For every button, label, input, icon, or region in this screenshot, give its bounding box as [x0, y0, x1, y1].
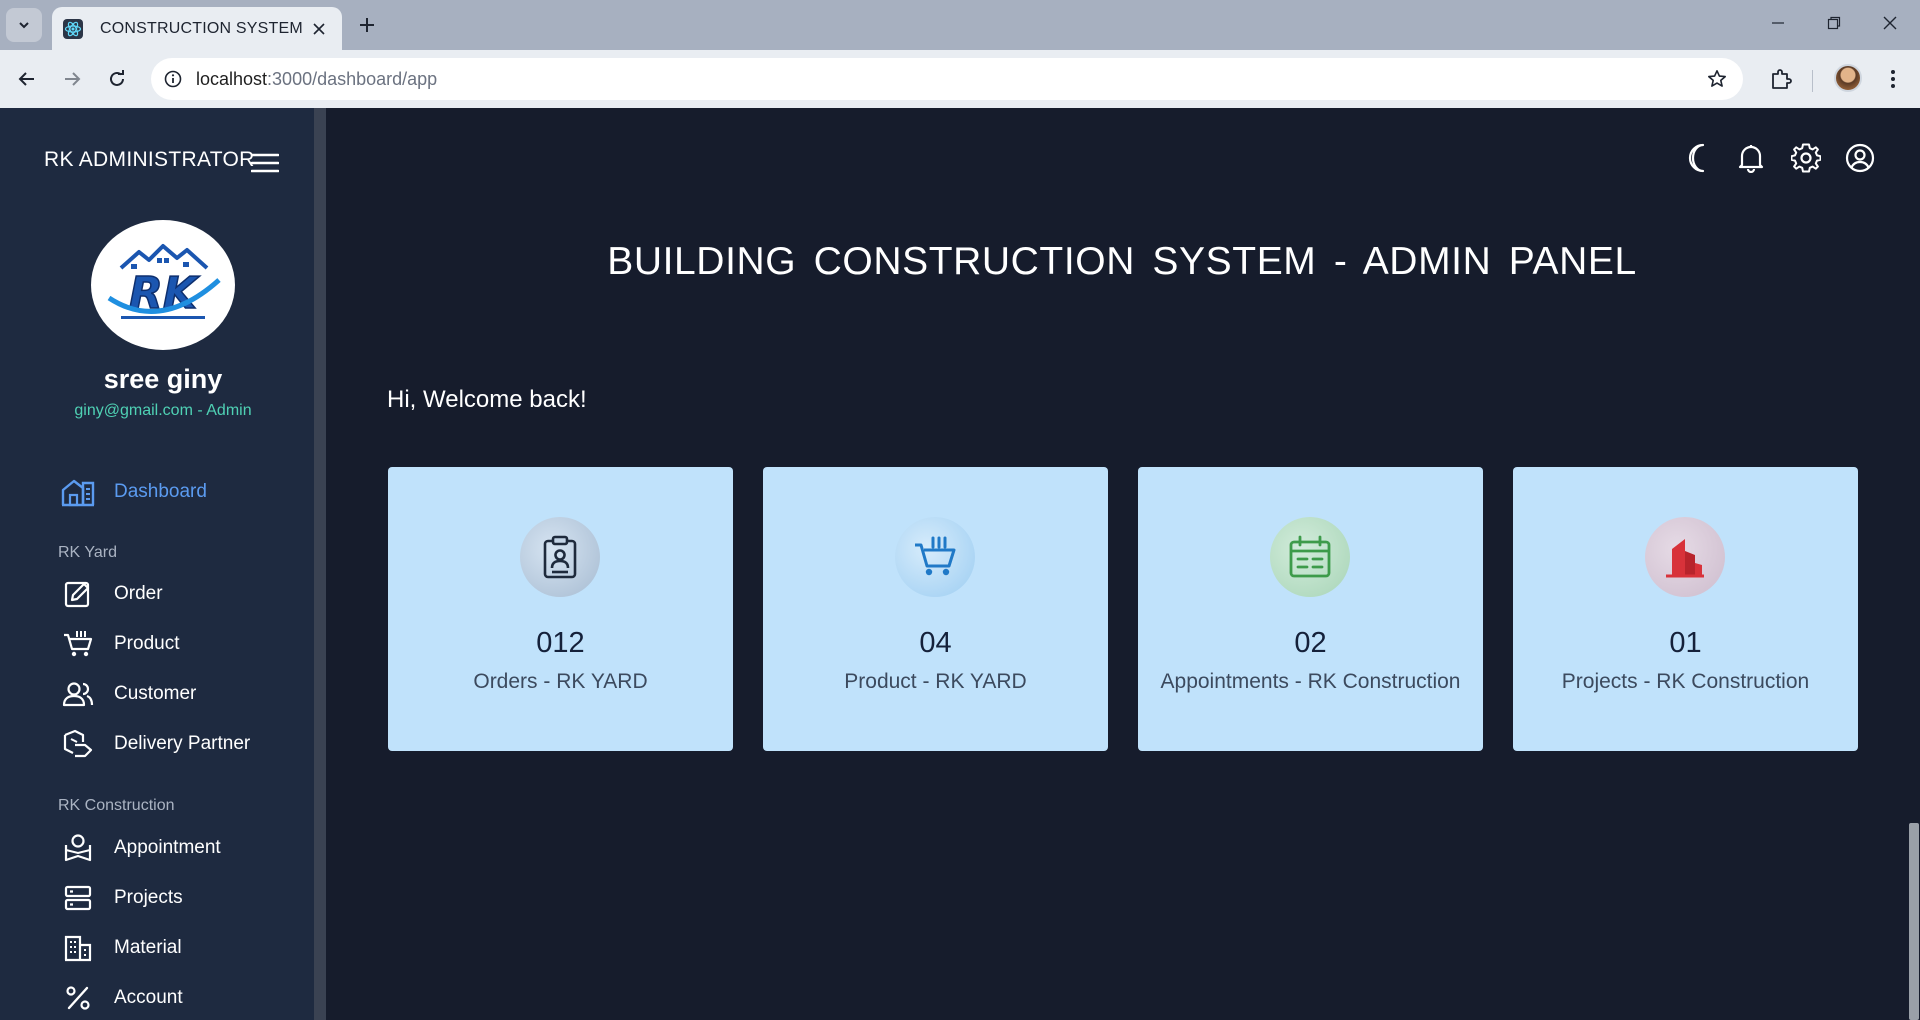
stat-card-products[interactable]: 04 Product - RK YARD: [763, 467, 1108, 751]
nav-product[interactable]: Product: [60, 626, 179, 662]
percent-icon: [60, 980, 96, 1016]
nav-projects[interactable]: Projects: [60, 880, 183, 916]
nav-product-label: Product: [114, 633, 180, 654]
rk-logo-icon: RK: [107, 244, 221, 320]
cart-icon: [895, 517, 975, 597]
appointment-icon: [60, 830, 96, 866]
minimize-button[interactable]: [1750, 0, 1806, 46]
profile-avatar[interactable]: [1834, 64, 1862, 92]
notifications-button[interactable]: [1731, 138, 1771, 178]
section-label-rk-construction: RK Construction: [58, 797, 175, 814]
moon-icon: [1688, 143, 1705, 173]
nav-dashboard-label: Dashboard: [114, 481, 207, 502]
section-label-rk-yard: RK Yard: [58, 544, 117, 561]
nav-order-label: Order: [114, 583, 163, 604]
tab-title: CONSTRUCTION SYSTEM: [100, 19, 303, 37]
page-scrollbar[interactable]: [1908, 108, 1920, 1020]
brand-title: RK ADMINISTRATOR: [44, 148, 255, 171]
projects-count: 01: [1669, 627, 1702, 659]
tab-search-button[interactable]: [6, 8, 42, 42]
browser-menu-button[interactable]: [1876, 62, 1910, 96]
hamburger-icon: [251, 153, 279, 173]
nav-appointment-label: Appointment: [114, 837, 221, 858]
arrow-right-icon: [65, 72, 81, 86]
nav-delivery-partner-label: Delivery Partner: [114, 733, 251, 754]
close-icon: [1883, 16, 1897, 30]
back-button[interactable]: [10, 62, 44, 96]
users-icon: [60, 676, 96, 712]
bookmark-star-icon[interactable]: [1705, 67, 1729, 91]
delivery-icon: [60, 726, 96, 762]
account-button[interactable]: [1840, 138, 1880, 178]
orders-count: 012: [536, 627, 585, 659]
material-icon: [60, 930, 96, 966]
calendar-icon: [1270, 517, 1350, 597]
stat-card-projects[interactable]: 01 Projects - RK Construction: [1513, 467, 1858, 751]
projects-caption: Projects - RK Construction: [1561, 670, 1810, 693]
gear-icon: [1791, 143, 1821, 173]
welcome-message: Hi, Welcome back!: [387, 386, 587, 413]
nav-customer-label: Customer: [114, 683, 197, 704]
products-caption: Product - RK YARD: [844, 670, 1027, 693]
products-count: 04: [919, 627, 952, 659]
page-title: BUILDING CONSTRUCTION SYSTEM - ADMIN PAN…: [607, 240, 1637, 283]
minimize-icon: [1772, 22, 1784, 24]
plus-icon: [360, 18, 374, 32]
theme-toggle-button[interactable]: [1677, 138, 1717, 178]
settings-button[interactable]: [1786, 138, 1826, 178]
nav-delivery-partner[interactable]: Delivery Partner: [60, 726, 250, 762]
appointments-caption: Appointments - RK Construction: [1160, 670, 1461, 693]
order-icon: [60, 576, 96, 612]
chevron-down-icon: [19, 22, 29, 29]
nav-account[interactable]: Account: [60, 980, 183, 1016]
nav-material[interactable]: Material: [60, 930, 182, 966]
nav-customer[interactable]: Customer: [60, 676, 196, 712]
orders-caption: Orders - RK YARD: [473, 670, 648, 693]
browser-toolbar: localhost:3000/dashboard/app: [0, 50, 1920, 108]
browser-tab[interactable]: CONSTRUCTION SYSTEM: [52, 7, 342, 50]
dashboard-icon: [60, 474, 96, 510]
user-email: giny@gmail.com - Admin: [74, 402, 252, 419]
building-icon: [1645, 517, 1725, 597]
reload-button[interactable]: [100, 62, 134, 96]
site-info-icon[interactable]: [161, 67, 185, 91]
cart-icon: [60, 626, 96, 662]
reload-icon: [110, 70, 124, 86]
more-vertical-icon: [1891, 70, 1895, 88]
nav-material-label: Material: [114, 937, 182, 958]
close-window-button[interactable]: [1862, 0, 1918, 46]
menu-toggle-button[interactable]: [250, 150, 280, 176]
close-tab-icon[interactable]: [308, 18, 330, 40]
sidebar: RK ADMINISTRATOR RK sree giny giny@gmail…: [0, 108, 326, 1020]
stat-card-appointments[interactable]: 02 Appointments - RK Construction: [1138, 467, 1483, 751]
user-circle-icon: [1845, 143, 1875, 173]
extensions-button[interactable]: [1764, 62, 1798, 96]
nav-order[interactable]: Order: [60, 576, 163, 612]
new-tab-button[interactable]: [352, 10, 382, 40]
arrow-left-icon: [18, 72, 34, 86]
toolbar-separator: [1812, 70, 1813, 92]
clipboard-icon: [520, 517, 600, 597]
nav-appointment[interactable]: Appointment: [60, 830, 221, 866]
browser-tab-bar: CONSTRUCTION SYSTEM: [0, 0, 1920, 50]
address-bar[interactable]: localhost:3000/dashboard/app: [151, 58, 1743, 100]
stat-card-orders[interactable]: 012 Orders - RK YARD: [388, 467, 733, 751]
projects-icon: [60, 880, 96, 916]
app-root: RK ADMINISTRATOR RK sree giny giny@gmail…: [0, 108, 1920, 1020]
puzzle-icon: [1772, 69, 1792, 89]
appointments-count: 02: [1294, 627, 1327, 659]
nav-account-label: Account: [114, 987, 183, 1008]
bell-icon: [1738, 145, 1764, 173]
scrollbar-thumb[interactable]: [1909, 823, 1919, 1020]
user-name: sree giny: [103, 364, 223, 394]
react-icon: [62, 18, 84, 40]
url-text: localhost:3000/dashboard/app: [196, 69, 438, 89]
forward-button[interactable]: [55, 62, 89, 96]
restore-icon: [1827, 16, 1841, 30]
restore-button[interactable]: [1806, 0, 1862, 46]
company-logo: RK: [91, 220, 235, 350]
nav-projects-label: Projects: [114, 887, 183, 908]
nav-dashboard[interactable]: Dashboard: [60, 474, 207, 510]
